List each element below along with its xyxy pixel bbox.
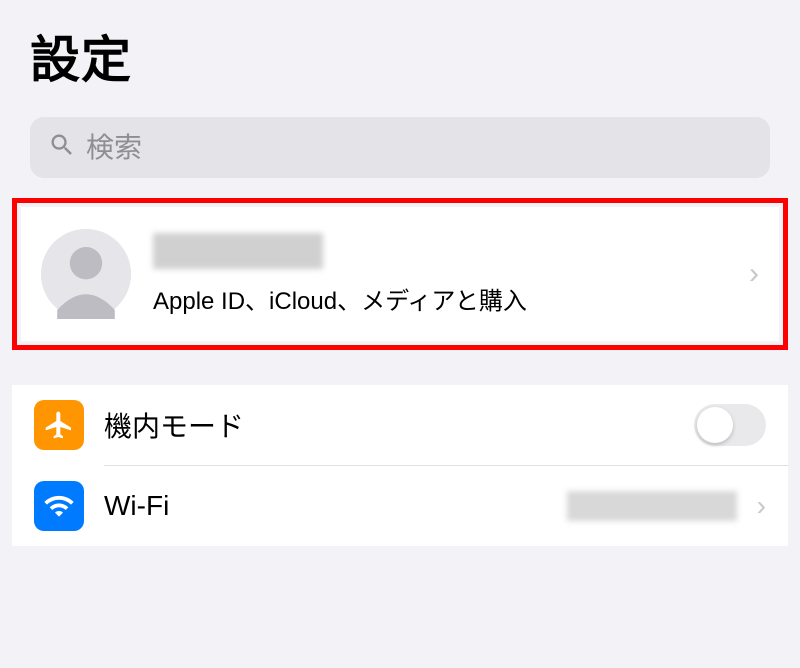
toggle-knob — [697, 407, 733, 443]
wifi-label: Wi-Fi — [104, 490, 547, 522]
chevron-right-icon: › — [757, 490, 766, 522]
apple-id-highlight-box: Apple ID、iCloud、メディアと購入 › — [12, 198, 788, 350]
apple-id-name-redacted — [153, 233, 323, 269]
wifi-row[interactable]: Wi-Fi › — [12, 466, 788, 546]
apple-id-subtitle: Apple ID、iCloud、メディアと購入 — [153, 281, 727, 316]
airplane-mode-toggle[interactable] — [694, 404, 766, 446]
search-input[interactable] — [86, 132, 752, 164]
apple-id-row[interactable]: Apple ID、iCloud、メディアと購入 › — [21, 207, 779, 341]
avatar — [41, 229, 131, 319]
search-bar[interactable] — [30, 117, 770, 178]
airplane-mode-label: 機内モード — [104, 405, 674, 445]
airplane-icon — [34, 400, 84, 450]
chevron-right-icon: › — [749, 257, 759, 291]
settings-group: 機内モード Wi-Fi › — [12, 385, 788, 546]
airplane-mode-row[interactable]: 機内モード — [12, 385, 788, 465]
wifi-value-redacted — [567, 491, 737, 521]
search-icon — [48, 131, 76, 164]
wifi-icon — [34, 481, 84, 531]
page-title: 設定 — [30, 20, 770, 92]
